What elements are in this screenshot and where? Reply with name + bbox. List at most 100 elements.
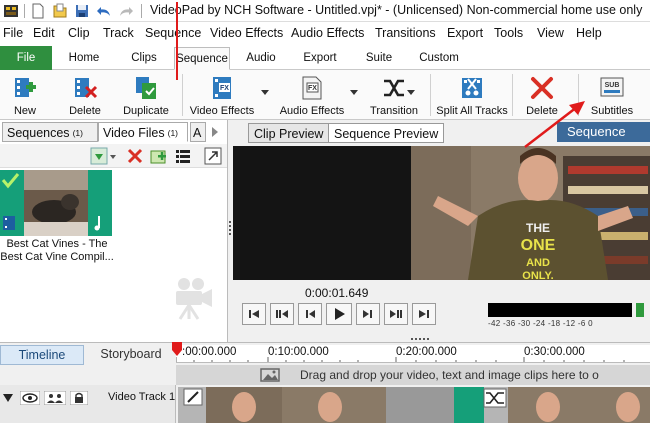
vu-meter — [488, 303, 632, 317]
tab-sequence[interactable]: Sequence — [174, 47, 230, 70]
audio-effects-label: Audio Effects — [279, 105, 345, 117]
collapse-track-icon[interactable] — [2, 392, 14, 404]
new-file-icon[interactable] — [30, 3, 46, 19]
menu-clip[interactable]: Clip — [68, 26, 90, 40]
tab-clip-preview[interactable]: Clip Preview — [248, 123, 330, 143]
transition-icon — [384, 79, 404, 97]
app-icon — [4, 5, 18, 17]
skip-to-end-button[interactable] — [412, 303, 436, 325]
tab-clips[interactable]: Clips — [118, 47, 170, 70]
tab-timeline[interactable]: Timeline — [0, 345, 84, 365]
list-view-icon[interactable] — [174, 147, 192, 165]
delete-sequence-icon — [75, 78, 98, 99]
shirt-text-3: AND — [526, 257, 550, 269]
duplicate-icon — [136, 77, 156, 99]
undock-panel-icon[interactable] — [204, 147, 222, 165]
next-icon — [390, 310, 402, 318]
new-label: New — [13, 105, 36, 117]
tab-video-files[interactable]: Video Files (1) — [98, 122, 188, 142]
menu-audio-effects[interactable]: Audio Effects — [291, 26, 364, 40]
bin-toolbar — [0, 144, 227, 168]
step-back-icon — [306, 310, 315, 318]
video-track-header: Video Track 1 — [0, 385, 176, 423]
tab-scroll-right-icon[interactable] — [210, 126, 220, 138]
play-button[interactable] — [326, 303, 352, 325]
fx-icon-text-audio: FX — [308, 85, 317, 92]
split-all-tracks-label: Split All Tracks — [436, 105, 508, 117]
tab-storyboard[interactable]: Storyboard — [86, 345, 176, 365]
video-track-label: Video Track 1 — [108, 391, 176, 403]
timeline-ruler[interactable]: :00:00.000 0:10:00.000 0:20:00.000 0:30:… — [176, 345, 650, 363]
video-effects-dropdown-icon[interactable] — [261, 90, 269, 95]
tab-sequence-preview[interactable]: Sequence Preview — [328, 123, 445, 143]
panel-splitter-vertical[interactable] — [228, 220, 232, 236]
tab-more[interactable]: A — [190, 122, 206, 142]
add-folder-icon[interactable] — [150, 147, 168, 165]
skip-start-icon — [249, 310, 259, 318]
drop-zone-overlay-track[interactable]: Drag and drop your video, text and image… — [176, 365, 650, 385]
video-track-clips[interactable] — [178, 387, 650, 423]
step-forward-icon — [363, 310, 372, 318]
menu-help[interactable]: Help — [576, 26, 602, 40]
save-icon[interactable] — [74, 3, 90, 19]
playhead[interactable] — [176, 2, 178, 80]
video-preview[interactable]: THE ONE AND ONLY. — [233, 146, 650, 280]
blend-icon[interactable] — [44, 391, 66, 405]
menu-view[interactable]: View — [537, 26, 564, 40]
tab-video-files-count: (1) — [167, 128, 178, 138]
panel-splitter-horizontal[interactable] — [410, 337, 430, 341]
redo-icon[interactable] — [118, 3, 134, 19]
playback-time: 0:00:01.649 — [305, 286, 369, 300]
clip-thumbnail[interactable] — [0, 170, 112, 236]
tab-home[interactable]: Home — [58, 47, 110, 70]
ruler-label-1: 0:10:00.000 — [268, 346, 329, 358]
play-icon — [335, 308, 345, 320]
undo-icon[interactable] — [96, 3, 112, 19]
menu-tools[interactable]: Tools — [494, 26, 523, 40]
ruler-label-3: 0:30:00.000 — [524, 346, 585, 358]
tab-audio[interactable]: Audio — [234, 47, 288, 70]
skip-end-icon — [419, 310, 429, 318]
previous-icon — [276, 310, 288, 318]
menu-transitions[interactable]: Transitions — [375, 26, 436, 40]
remove-clip-icon[interactable] — [126, 147, 144, 165]
split-tracks-icon — [462, 78, 482, 98]
previous-frame-button[interactable] — [270, 303, 294, 325]
menu-export[interactable]: Export — [447, 26, 483, 40]
shirt-text-2: ONE — [521, 237, 556, 254]
audio-effects-dropdown-icon[interactable] — [350, 90, 358, 95]
camera-placeholder-icon — [176, 278, 212, 320]
step-back-button[interactable] — [298, 303, 322, 325]
menu-track[interactable]: Track — [103, 26, 134, 40]
vu-meter-level — [636, 303, 644, 317]
open-file-icon[interactable] — [52, 3, 68, 19]
clip-name: Best Cat Vines - The Best Cat Vine Compi… — [0, 238, 114, 263]
tab-custom[interactable]: Custom — [410, 47, 468, 70]
vu-meter-scale: -42 -36 -30 -24 -18 -12 -6 0 — [488, 319, 593, 328]
window-title: VideoPad by NCH Software - Untitled.vpj*… — [150, 3, 643, 17]
import-icon[interactable] — [90, 147, 108, 165]
skip-to-start-button[interactable] — [242, 303, 266, 325]
annotation-arrow-icon — [524, 101, 585, 148]
tab-sequences-count: (1) — [72, 128, 83, 138]
ruler-label-2: 0:20:00.000 — [396, 346, 457, 358]
lock-icon[interactable] — [70, 391, 88, 405]
tab-suite[interactable]: Suite — [352, 47, 406, 70]
menu-video-effects[interactable]: Video Effects — [210, 26, 283, 40]
menu-file[interactable]: File — [3, 26, 23, 40]
menu-sequence[interactable]: Sequence — [145, 26, 201, 40]
ruler-label-0: :00:00.000 — [182, 346, 237, 358]
tab-file[interactable]: File — [0, 46, 52, 70]
import-dropdown-icon[interactable] — [108, 147, 118, 165]
menu-edit[interactable]: Edit — [33, 26, 55, 40]
tab-sequences[interactable]: Sequences (1) — [2, 122, 98, 142]
tab-sequences-label: Sequences — [7, 126, 70, 140]
playhead-handle-icon[interactable] — [172, 342, 182, 356]
subtitles-icon: SUB — [600, 77, 624, 97]
tab-export[interactable]: Export — [292, 47, 348, 70]
delete-label: Delete — [69, 105, 101, 117]
transition-dropdown-icon[interactable] — [407, 90, 415, 95]
eye-icon[interactable] — [20, 391, 40, 405]
step-forward-button[interactable] — [356, 303, 380, 325]
next-frame-button[interactable] — [384, 303, 408, 325]
